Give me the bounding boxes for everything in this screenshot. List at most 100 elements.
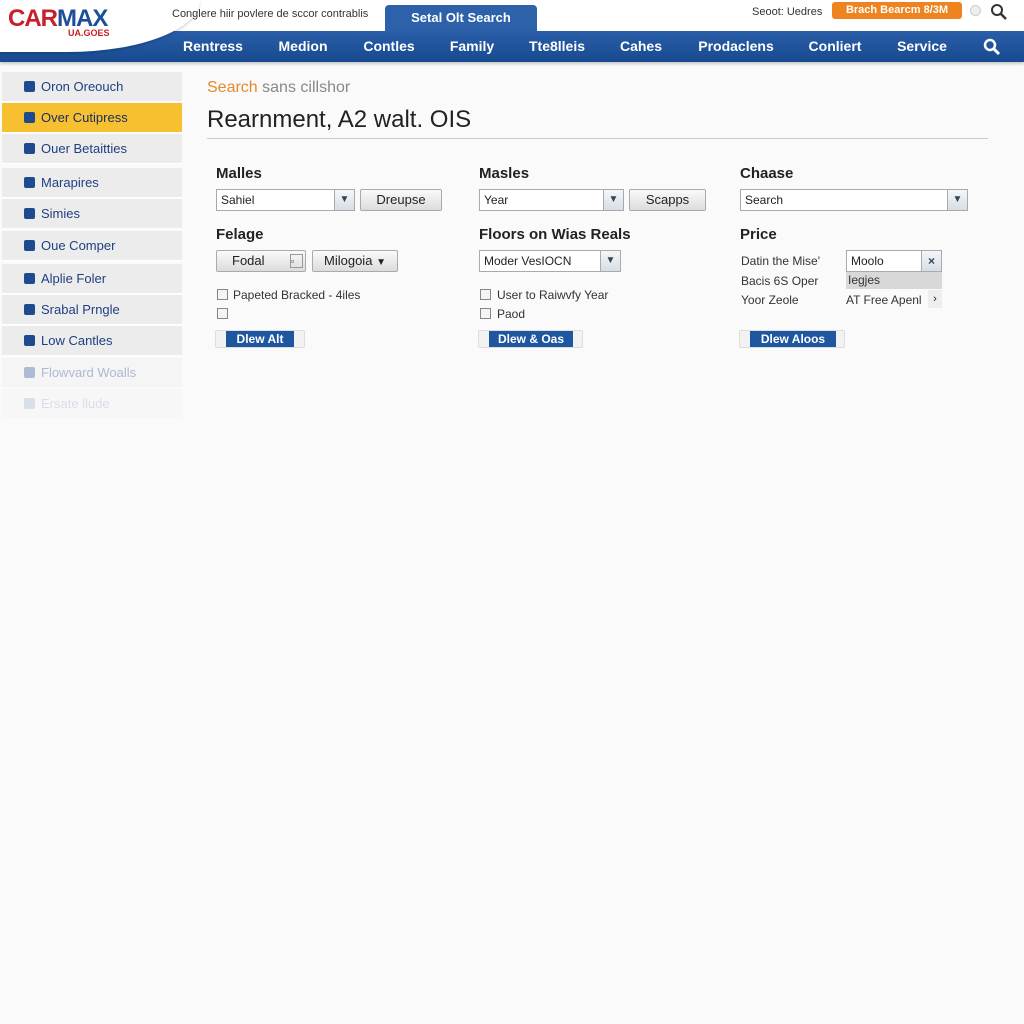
search-icon[interactable] — [990, 3, 1008, 21]
chevron-down-icon: ▼ — [603, 190, 623, 210]
sidebar-label: Alplie Foler — [41, 271, 107, 286]
checkbox-label: Paod — [497, 307, 526, 321]
sidebar-label: Marapires — [41, 175, 99, 190]
price-input[interactable]: Moolo × — [846, 250, 942, 272]
tag-icon — [24, 81, 35, 92]
price-row-value: AT Free Apenl — [846, 293, 922, 307]
sidebar-item-9[interactable]: Low Cantles — [2, 326, 182, 356]
year-select-value: Year — [484, 193, 509, 207]
model-select-value: Moder VesIOCN — [484, 254, 572, 268]
calendar-icon — [24, 143, 35, 154]
sidebar-item-4[interactable]: Marapires — [2, 168, 182, 198]
caret-down-icon: ▼ — [376, 257, 386, 268]
price-label: Price — [740, 226, 777, 243]
year-select[interactable]: Year ▼ — [479, 189, 624, 211]
milogoia-dropdown[interactable]: Milogoia ▼ — [312, 250, 398, 272]
milogoia-label: Milogoia — [324, 253, 373, 268]
checkbox[interactable] — [480, 289, 491, 300]
mail-icon — [24, 367, 35, 378]
search-icon — [24, 304, 35, 315]
sidebar-item-7[interactable]: Alplie Foler — [2, 264, 182, 294]
col1-action-label: Dlew Alt — [226, 331, 294, 347]
divider — [207, 138, 988, 139]
sidebar-item-10[interactable]: Flowvard Woalls — [2, 358, 182, 388]
chevron-down-icon: ▼ — [334, 190, 354, 210]
lock-icon — [24, 273, 35, 284]
class-label: Chaase — [740, 165, 794, 182]
updates-link[interactable]: Seoot: Uedres — [752, 6, 822, 18]
checkbox-label: User to Raiwvfy Year — [497, 288, 609, 302]
sidebar-label: Flowvard Woalls — [41, 365, 137, 380]
close-icon[interactable]: × — [921, 251, 941, 271]
col2-action-button[interactable]: Dlew & Oas — [478, 330, 583, 348]
col1-action-button[interactable]: Dlew Alt — [215, 330, 305, 348]
sidebar-label: Oue Comper — [41, 238, 116, 253]
nav-item-5[interactable]: Tte8lleis — [529, 31, 585, 62]
sidebar-label: Low Cantles — [41, 333, 113, 348]
make-select-value: Sahiel — [221, 193, 255, 207]
fodal-button[interactable]: Fodal ▫ — [216, 250, 306, 272]
nav-item-4[interactable]: Family — [450, 31, 494, 62]
nav-item-2[interactable]: Medion — [279, 31, 328, 62]
thumb-icon — [24, 177, 35, 188]
chevron-right-icon[interactable]: › — [928, 290, 942, 308]
nav-item-3[interactable]: Contles — [363, 31, 414, 62]
breadcrumb-rest: sans cillshor — [262, 79, 351, 96]
feature-label: Felage — [216, 226, 264, 243]
nav-item-7[interactable]: Prodaclens — [698, 31, 773, 62]
nav-item-9[interactable]: Service — [897, 31, 947, 62]
sidebar-item-3[interactable]: Ouer Betaitties — [2, 134, 182, 164]
print-icon — [24, 240, 35, 251]
breadcrumb-link[interactable]: Search — [207, 79, 258, 96]
col3-action-button[interactable]: Dlew Aloos — [739, 330, 845, 348]
model-label: Masles — [479, 165, 530, 182]
checkbox[interactable] — [217, 289, 228, 300]
logo-car: CAR — [8, 5, 58, 32]
tab-search[interactable]: Setal Olt Search — [385, 5, 537, 31]
nav-item-6[interactable]: Cahes — [620, 31, 662, 62]
make-select[interactable]: Sahiel ▼ — [216, 189, 355, 211]
sidebar-label: Ersate llude — [41, 396, 110, 411]
sidebar-item-1[interactable]: Oron Oreouch — [2, 72, 182, 102]
price-row-label: Datin the Mise' — [741, 254, 820, 268]
price-row-label: Bacis 6S Oper — [741, 274, 819, 288]
status-dot-icon — [970, 5, 981, 16]
sidebar-item-5[interactable]: Simies — [2, 199, 182, 229]
search-select-value: Search — [745, 193, 784, 207]
col2-button[interactable]: Scapps — [629, 189, 706, 211]
checkbox[interactable] — [480, 308, 491, 319]
sidebar-item-2[interactable]: Over Cutipress — [2, 103, 182, 133]
nav-search-icon[interactable] — [983, 38, 1001, 56]
col3-action-label: Dlew Aloos — [750, 331, 836, 347]
col1-button[interactable]: Dreupse — [360, 189, 442, 211]
tagline: Conglere hiir povlere de sccor contrabli… — [172, 8, 369, 20]
car-icon — [24, 398, 35, 409]
fodal-label: Fodal — [232, 253, 265, 268]
price-input-value: Moolo — [851, 254, 884, 268]
price-option[interactable]: Iegjes — [846, 272, 942, 289]
binoculars-icon — [24, 208, 35, 219]
sidebar-label: Oron Oreouch — [41, 79, 124, 94]
sidebar-item-8[interactable]: Srabal Prngle — [2, 295, 182, 325]
chevron-down-icon: ▼ — [600, 251, 620, 271]
price-row-label: Yoor Zeole — [741, 293, 799, 307]
sidebar-label: Ouer Betaitties — [41, 141, 127, 156]
nav-item-8[interactable]: Conliert — [809, 31, 862, 62]
logo-subtitle: UA.GOES — [68, 28, 110, 38]
sidebar-item-6[interactable]: Oue Comper — [2, 231, 182, 261]
document-icon — [24, 112, 35, 123]
sidebar-label: Over Cutipress — [41, 110, 128, 125]
search-select[interactable]: Search ▼ — [740, 189, 968, 211]
nav-item-1[interactable]: Rentress — [183, 31, 243, 62]
floors-label: Floors on Wias Reals — [479, 226, 631, 243]
make-label: Malles — [216, 165, 262, 182]
checkbox-label: Papeted Bracked - 4iles — [233, 288, 361, 302]
chevron-down-icon: ▼ — [947, 190, 967, 210]
model-select[interactable]: Moder VesIOCN ▼ — [479, 250, 621, 272]
breadcrumb: Search sans cillshor — [207, 79, 350, 97]
sidebar-item-11[interactable]: Ersate llude — [2, 389, 182, 419]
page-title: Rearnment, A2 walt. OIS — [207, 106, 472, 133]
checkbox[interactable] — [217, 308, 228, 319]
calendar-icon: ▫ — [290, 254, 303, 268]
branch-search-button[interactable]: Brach Bearcm 8/3M — [832, 2, 962, 19]
